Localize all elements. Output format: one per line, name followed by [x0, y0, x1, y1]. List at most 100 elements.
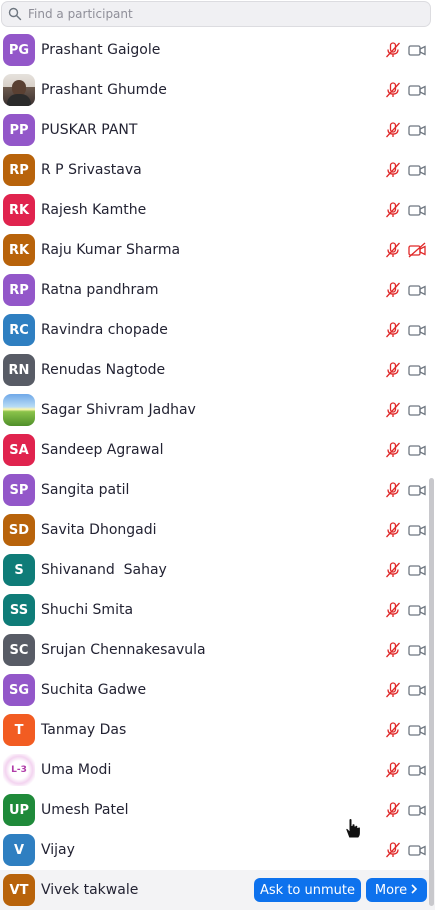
mic-muted-icon	[383, 680, 403, 700]
participant-name: Sandeep Agrawal	[41, 442, 164, 458]
avatar-initials: SP	[9, 482, 29, 498]
participant-row[interactable]: RC Ravindra chopade	[0, 310, 435, 350]
avatar: L-3	[3, 754, 35, 786]
avatar: S	[3, 554, 35, 586]
avatar-initials: RC	[9, 322, 29, 338]
avatar: RP	[3, 154, 35, 186]
video-icon	[407, 400, 427, 420]
participant-name: Rajesh Kamthe	[41, 202, 147, 218]
participant-name: Sangita patil	[41, 482, 130, 498]
chevron-right-icon	[410, 883, 418, 898]
avatar-initials: L-3	[11, 765, 27, 775]
participant-status-icons	[383, 40, 427, 60]
avatar: RC	[3, 314, 35, 346]
participant-row[interactable]: L-3 Uma Modi	[0, 750, 435, 790]
participant-name: Umesh Patel	[41, 802, 129, 818]
video-icon	[407, 520, 427, 540]
participant-row[interactable]: RN Renudas Nagtode	[0, 350, 435, 390]
avatar-initials: RK	[8, 202, 30, 218]
avatar-initials: SG	[8, 682, 30, 698]
participant-row[interactable]: RK Rajesh Kamthe	[0, 190, 435, 230]
video-icon	[407, 600, 427, 620]
mic-muted-icon	[383, 440, 403, 460]
video-icon	[407, 360, 427, 380]
participant-row[interactable]: RK Raju Kumar Sharma	[0, 230, 435, 270]
mic-muted-icon	[383, 200, 403, 220]
participant-row[interactable]: SS Shuchi Smita	[0, 590, 435, 630]
participant-status-icons	[383, 320, 427, 340]
participant-row[interactable]: UP Umesh Patel	[0, 790, 435, 830]
mic-muted-icon	[383, 120, 403, 140]
mic-muted-icon	[383, 320, 403, 340]
participant-row[interactable]: RP Ratna pandhram	[0, 270, 435, 310]
video-icon	[407, 440, 427, 460]
avatar-initials: UP	[8, 802, 30, 818]
mic-muted-icon	[383, 640, 403, 660]
participant-name: R P Srivastava	[41, 162, 142, 178]
avatar-initials: RN	[8, 362, 30, 378]
participant-row[interactable]: PG Prashant Gaigole	[0, 30, 435, 70]
participant-status-icons	[383, 160, 427, 180]
hand-cursor-icon	[345, 817, 361, 839]
avatar: SS	[3, 594, 35, 626]
video-icon	[407, 280, 427, 300]
more-button[interactable]: More	[366, 878, 427, 902]
participant-row[interactable]: SP Sangita patil	[0, 470, 435, 510]
mic-muted-icon	[383, 80, 403, 100]
participant-status-icons	[383, 400, 427, 420]
avatar-initials: SS	[9, 602, 29, 618]
avatar: V	[3, 834, 35, 866]
avatar: RP	[3, 274, 35, 306]
participant-status-icons	[383, 520, 427, 540]
video-icon	[407, 480, 427, 500]
participant-name: Prashant Ghumde	[41, 82, 167, 98]
participant-status-icons	[383, 600, 427, 620]
participant-status-icons	[383, 280, 427, 300]
participant-status-icons	[383, 760, 427, 780]
participant-list: PG Prashant Gaigole Prashant Ghumde PP PUS…	[0, 30, 435, 910]
mic-muted-icon	[383, 480, 403, 500]
video-icon	[407, 840, 427, 860]
video-icon	[407, 800, 427, 820]
mic-muted-icon	[383, 280, 403, 300]
participant-status-icons	[383, 800, 427, 820]
video-off-icon	[407, 240, 427, 260]
participant-status-icons	[383, 680, 427, 700]
search-icon	[4, 3, 26, 25]
participant-name: Sagar Shivram Jadhav	[41, 402, 196, 418]
video-icon	[407, 720, 427, 740]
participant-row[interactable]: SC Srujan Chennakesavula	[0, 630, 435, 670]
participant-row[interactable]: Prashant Ghumde	[0, 70, 435, 110]
avatar-initials: V	[13, 842, 25, 858]
search-input[interactable]	[26, 2, 430, 26]
video-icon	[407, 40, 427, 60]
participant-row[interactable]: T Tanmay Das	[0, 710, 435, 750]
video-icon	[407, 120, 427, 140]
participant-row[interactable]: V Vijay	[0, 830, 435, 870]
avatar: SD	[3, 514, 35, 546]
avatar: UP	[3, 794, 35, 826]
participant-status-icons	[383, 560, 427, 580]
mic-muted-icon	[383, 600, 403, 620]
mic-muted-icon	[383, 160, 403, 180]
mic-muted-icon	[383, 520, 403, 540]
avatar-initials: RP	[9, 282, 29, 298]
participant-row[interactable]: SA Sandeep Agrawal	[0, 430, 435, 470]
scrollbar[interactable]	[429, 478, 434, 906]
participant-row[interactable]: VT Vivek takwale Ask to unmute More	[0, 870, 435, 910]
mic-muted-icon	[383, 800, 403, 820]
participant-row[interactable]: PP PUSKAR PANT	[0, 110, 435, 150]
ask-to-unmute-button[interactable]: Ask to unmute	[254, 878, 361, 902]
participant-name: Savita Dhongadi	[41, 522, 157, 538]
participant-row[interactable]: RP R P Srivastava	[0, 150, 435, 190]
video-icon	[407, 760, 427, 780]
participant-row[interactable]: SG Suchita Gadwe	[0, 670, 435, 710]
participant-status-icons	[383, 440, 427, 460]
participant-row[interactable]: S Shivanand Sahay	[0, 550, 435, 590]
video-icon	[407, 80, 427, 100]
participant-row[interactable]: SD Savita Dhongadi	[0, 510, 435, 550]
participant-search[interactable]	[1, 1, 431, 27]
avatar: RK	[3, 234, 35, 266]
participant-row[interactable]: Sagar Shivram Jadhav	[0, 390, 435, 430]
avatar: RN	[3, 354, 35, 386]
